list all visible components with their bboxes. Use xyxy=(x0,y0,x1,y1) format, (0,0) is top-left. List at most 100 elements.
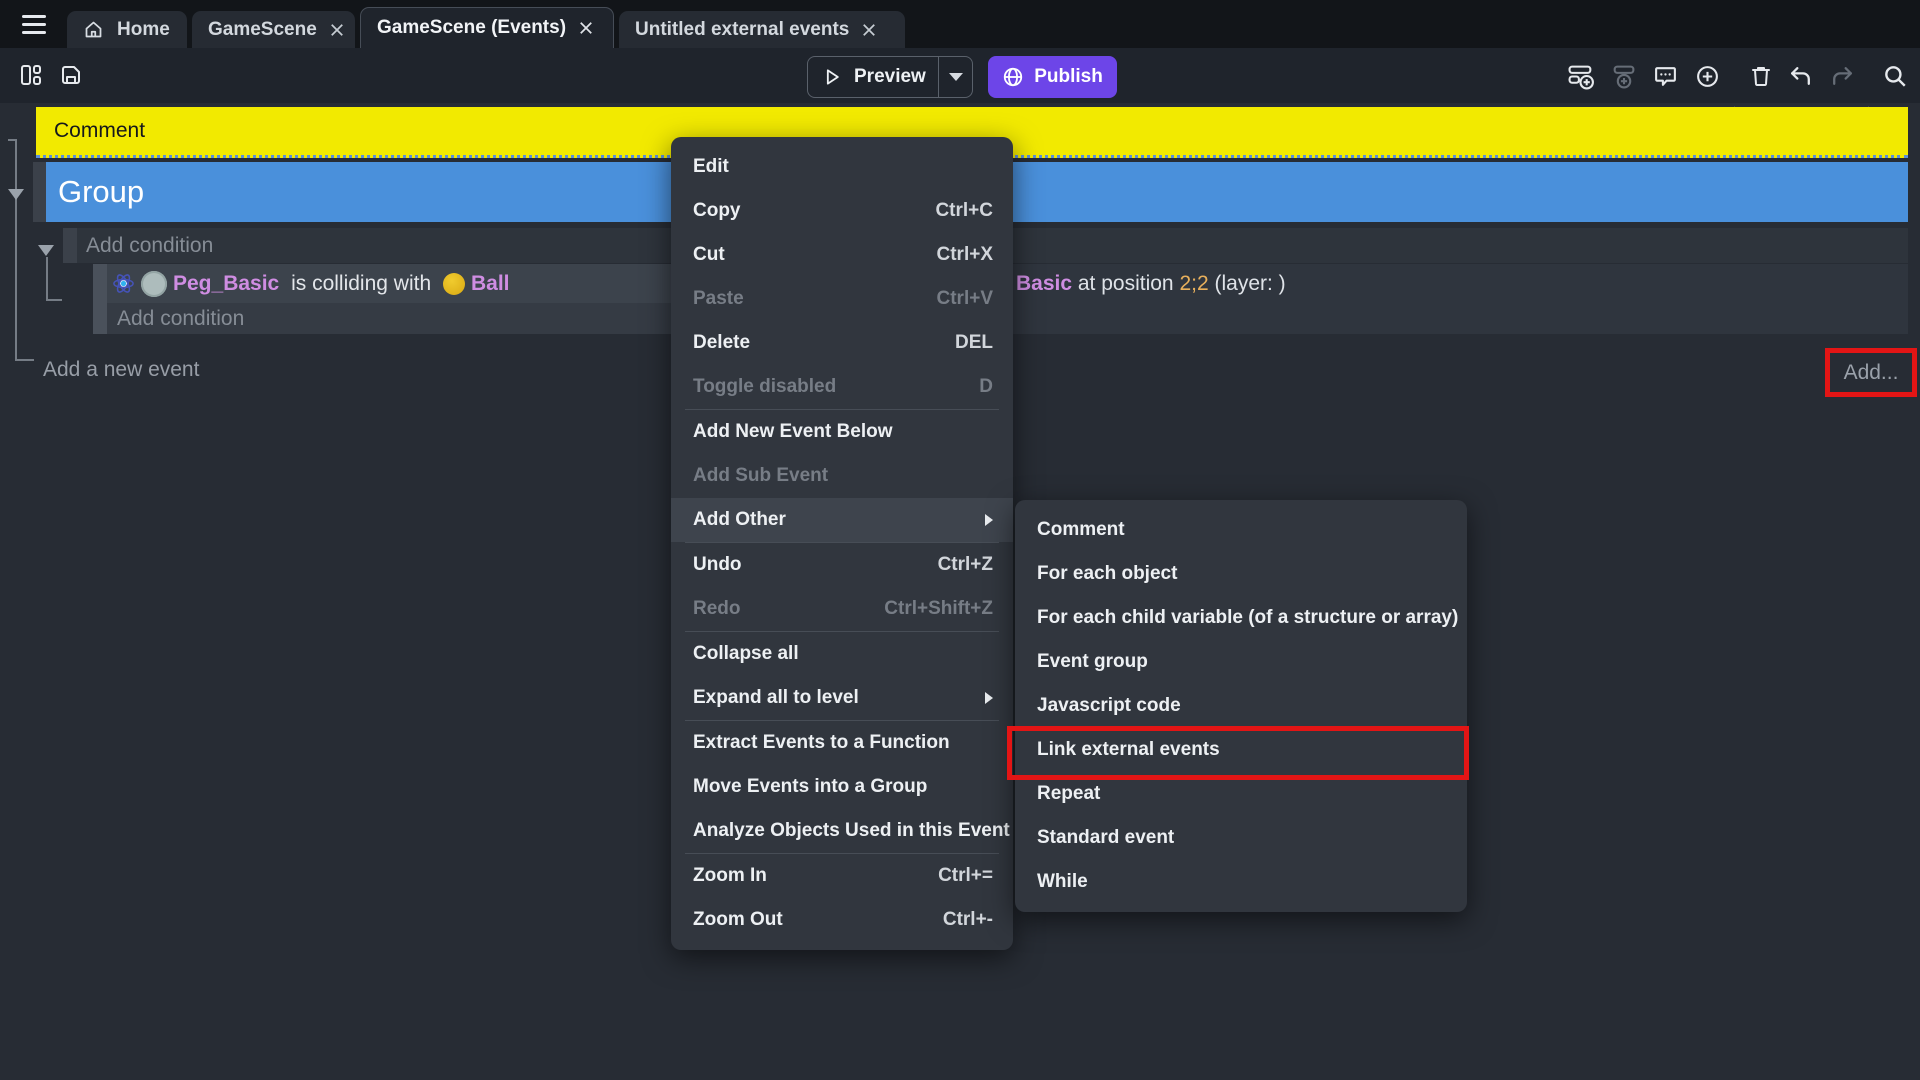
preview-options-button[interactable] xyxy=(939,73,972,81)
publish-label: Publish xyxy=(1034,66,1103,88)
close-icon[interactable] xyxy=(862,23,876,37)
tree-guide xyxy=(15,359,34,361)
close-icon[interactable] xyxy=(330,23,344,37)
add-other-submenu: Comment For each object For each child v… xyxy=(1015,500,1467,912)
shortcut: DEL xyxy=(955,332,993,354)
add-event-icon[interactable] xyxy=(1566,61,1596,91)
menu-item-undo[interactable]: UndoCtrl+Z xyxy=(671,543,1013,587)
tab-label: Home xyxy=(117,19,170,41)
group-gutter xyxy=(33,162,46,222)
shortcut: Ctrl+- xyxy=(943,909,993,931)
submenu-item-standard-event[interactable]: Standard event xyxy=(1015,816,1467,860)
shortcut: Ctrl+X xyxy=(937,244,994,266)
physics-collision-icon xyxy=(112,272,135,295)
comment-text: Comment xyxy=(54,119,145,143)
menu-item-copy[interactable]: CopyCtrl+C xyxy=(671,189,1013,233)
chevron-down-icon xyxy=(949,73,963,81)
submenu-item-for-each-child-variable[interactable]: For each child variable (of a structure … xyxy=(1015,596,1467,640)
redo-icon[interactable] xyxy=(1826,61,1856,91)
add-comment-icon[interactable] xyxy=(1650,61,1680,91)
action-mid: at position xyxy=(1072,272,1179,296)
condition-object2: Ball xyxy=(471,272,510,296)
menu-item-edit[interactable]: Edit xyxy=(671,145,1013,189)
submenu-item-link-external-events[interactable]: Link external events xyxy=(1015,728,1467,772)
submenu-arrow-icon xyxy=(985,692,993,704)
menu-item-zoom-out[interactable]: Zoom OutCtrl+- xyxy=(671,898,1013,942)
menu-item-extract-events-to-function[interactable]: Extract Events to a Function xyxy=(671,721,1013,765)
add-button[interactable]: Add... xyxy=(1825,348,1917,397)
shortcut: Ctrl+C xyxy=(935,200,993,222)
menu-item-add-new-event-below[interactable]: Add New Event Below xyxy=(671,410,1013,454)
tab-label: GameScene xyxy=(208,19,317,41)
save-icon[interactable] xyxy=(56,60,86,90)
event-gutter xyxy=(93,264,107,334)
context-menu: Edit CopyCtrl+C CutCtrl+X PasteCtrl+V De… xyxy=(671,137,1013,950)
tab-untitled-external-events[interactable]: Untitled external events xyxy=(619,11,905,48)
shortcut: D xyxy=(979,376,993,398)
menu-item-redo[interactable]: RedoCtrl+Shift+Z xyxy=(671,587,1013,631)
preview-split-button: Preview xyxy=(807,56,973,98)
menu-item-collapse-all[interactable]: Collapse all xyxy=(671,632,1013,676)
action-object: Basic xyxy=(1016,272,1072,296)
menu-item-zoom-in[interactable]: Zoom InCtrl+= xyxy=(671,854,1013,898)
collapse-event-icon[interactable] xyxy=(38,245,54,256)
home-icon xyxy=(83,19,104,40)
submenu-item-while[interactable]: While xyxy=(1015,860,1467,904)
globe-icon xyxy=(1002,66,1024,88)
menu-item-expand-all-to-level[interactable]: Expand all to level xyxy=(671,676,1013,720)
peg-basic-thumbnail xyxy=(141,271,167,297)
shortcut: Ctrl+= xyxy=(938,865,993,887)
play-icon xyxy=(822,67,842,87)
search-icon[interactable] xyxy=(1880,61,1910,91)
menu-item-move-events-into-group[interactable]: Move Events into a Group xyxy=(671,765,1013,809)
action-text[interactable]: Basic at position 2;2 (layer: ) xyxy=(1016,264,1286,303)
preview-label: Preview xyxy=(854,66,926,88)
menu-item-add-other[interactable]: Add Other xyxy=(671,498,1013,542)
toolbar: Preview Publish xyxy=(0,48,1920,103)
gdevelop-events-editor: Home GameScene GameScene (Events) Untitl… xyxy=(0,0,1920,1080)
tab-bar: Home GameScene GameScene (Events) Untitl… xyxy=(0,0,1920,48)
tree-guide xyxy=(46,257,48,301)
main-menu-icon[interactable] xyxy=(22,15,46,34)
menu-item-analyze-objects[interactable]: Analyze Objects Used in this Event xyxy=(671,809,1013,853)
tree-guide xyxy=(46,299,62,301)
toggle-panels-icon[interactable] xyxy=(16,60,46,90)
tab-label: GameScene (Events) xyxy=(377,17,566,39)
submenu-item-for-each-object[interactable]: For each object xyxy=(1015,552,1467,596)
menu-item-delete[interactable]: DeleteDEL xyxy=(671,321,1013,365)
add-new-event-link[interactable]: Add a new event xyxy=(43,358,199,382)
add-condition-link[interactable]: Add condition xyxy=(86,234,213,258)
close-icon[interactable] xyxy=(579,21,593,35)
add-other-icon[interactable] xyxy=(1692,61,1722,91)
shortcut: Ctrl+V xyxy=(937,288,994,310)
add-condition-link[interactable]: Add condition xyxy=(117,307,244,331)
preview-button[interactable]: Preview xyxy=(808,66,938,88)
shortcut: Ctrl+Z xyxy=(938,554,993,576)
menu-item-add-sub-event[interactable]: Add Sub Event xyxy=(671,454,1013,498)
submenu-item-comment[interactable]: Comment xyxy=(1015,508,1467,552)
menu-item-paste[interactable]: PasteCtrl+V xyxy=(671,277,1013,321)
ball-thumbnail xyxy=(443,273,465,295)
menu-item-toggle-disabled[interactable]: Toggle disabledD xyxy=(671,365,1013,409)
condition-object1: Peg_Basic xyxy=(173,272,279,296)
tab-home[interactable]: Home xyxy=(67,11,187,48)
add-sub-event-icon[interactable] xyxy=(1608,61,1638,91)
tab-gamescene-events[interactable]: GameScene (Events) xyxy=(360,7,614,48)
group-title: Group xyxy=(58,174,144,210)
publish-button[interactable]: Publish xyxy=(988,56,1117,98)
condition-text: is colliding with xyxy=(285,272,437,296)
submenu-item-javascript-code[interactable]: Javascript code xyxy=(1015,684,1467,728)
action-position: 2;2 xyxy=(1179,272,1208,296)
collapse-group-icon[interactable] xyxy=(8,189,24,200)
undo-icon[interactable] xyxy=(1786,61,1816,91)
submenu-item-repeat[interactable]: Repeat xyxy=(1015,772,1467,816)
tab-gamescene[interactable]: GameScene xyxy=(192,11,355,48)
shortcut: Ctrl+Shift+Z xyxy=(884,598,993,620)
menu-item-cut[interactable]: CutCtrl+X xyxy=(671,233,1013,277)
tree-guide xyxy=(15,139,17,361)
event-gutter xyxy=(63,228,77,263)
delete-icon[interactable] xyxy=(1746,61,1776,91)
tab-label: Untitled external events xyxy=(635,19,849,41)
submenu-item-event-group[interactable]: Event group xyxy=(1015,640,1467,684)
action-tail: (layer: ) xyxy=(1209,272,1286,296)
